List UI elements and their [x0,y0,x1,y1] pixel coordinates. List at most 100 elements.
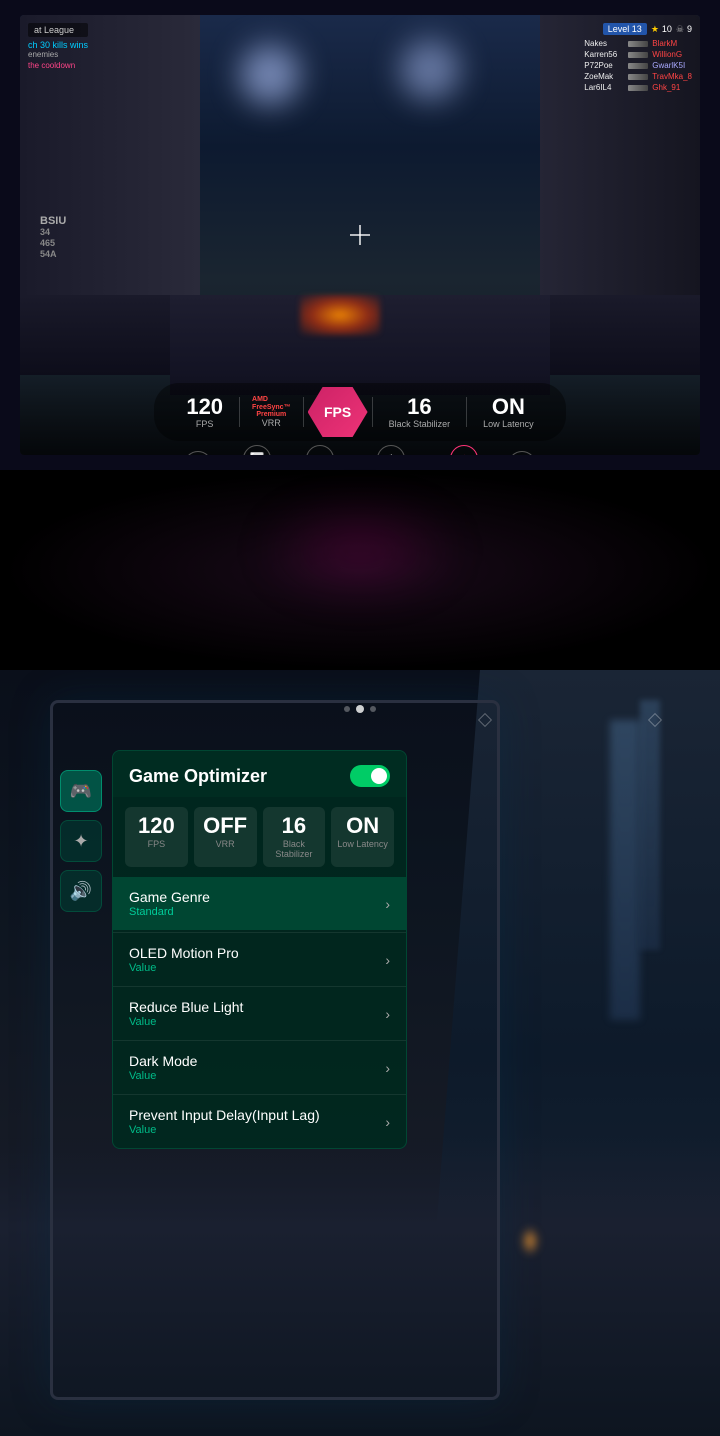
opt-vrr-label: VRR [200,839,251,849]
optimizer-toggle[interactable] [350,765,390,787]
dark-mode-value: Value [129,1070,197,1082]
player-kills: Ghk_91 [652,83,680,92]
settings-icon-button[interactable]: ✦ [60,820,102,862]
fps-stat: 120 FPS [170,392,239,433]
game-scene: at League ch 30 kills wins enemies the c… [20,15,700,455]
game-optimizer-icon[interactable]: ⚙ [377,445,405,455]
opt-low-latency-value: ON [337,815,388,837]
game-optimizer-button[interactable]: ⚙ Game Optimizer [362,445,420,455]
hud-score-skulls: ☠ 9 [676,24,692,35]
player-kills: GwarlK5I [652,61,685,70]
player-kills: TravMka_8 [652,72,692,81]
player-name: P72Poe [584,61,624,70]
player-name: ZoeMak [584,72,624,81]
chevron-right-icon: › [385,1006,390,1022]
reduce-blue-light-title: Reduce Blue Light [129,999,243,1015]
hud-game-name: at League [28,23,88,37]
prevent-input-delay-value: Value [129,1124,320,1136]
freesync-logo: AMDFreeSync™ [252,396,291,411]
fps-label: FPS [196,419,214,429]
chevron-right-icon: › [385,1060,390,1076]
player-kills: BlarkM [652,39,677,48]
reduce-blue-light-value: Value [129,1016,243,1028]
optimizer-stats-row: 120 FPS OFF VRR 16 Black Stabilizer ON L… [113,797,406,877]
vrr-label: VRR [262,418,281,428]
scoreboard: Nakes BlarkM Karren56 WillionG P72Poe Gw… [584,39,692,92]
game-genre-title: Game Genre [129,889,210,905]
hud-icons-row: ? ⬜ Screen Size ⊞ Multi-view ⚙ Game Opti… [184,445,537,455]
low-latency-stat: ON Low Latency [467,392,550,433]
muzzle-flash [300,295,380,335]
hud-cooldown: the cooldown [28,61,88,70]
chevron-right-icon: › [385,1114,390,1130]
nav-dot-active [356,705,364,713]
black-stabilizer-label: Black Stabilizer [389,419,451,429]
player-kills: WillionG [652,50,682,59]
edit-button[interactable]: ✏ [508,451,536,456]
hud-bsiu-counter: BSIU 34 465 54A [40,215,66,260]
waterfall-stream-1 [610,720,640,1020]
scoreboard-row: Karren56 WillionG [584,50,692,59]
gamepad-icon-button[interactable]: 🎮 [60,770,102,812]
screen-size-icon[interactable]: ⬜ [243,445,271,455]
low-latency-value: ON [492,396,525,418]
menu-item-oled-motion-pro[interactable]: OLED Motion Pro Value › [113,932,406,986]
opt-fps-label: FPS [131,839,182,849]
left-sidebar-icons: 🎮 ✦ 🔊 [60,770,102,912]
nav-dots [344,705,376,713]
black-stabilizer-value: 16 [407,396,431,418]
hud-score-stars: ★ 10 [651,24,672,35]
player-name: Karren56 [584,50,624,59]
hud-level-badge: Level 13 [603,23,647,35]
multiview-button[interactable]: ⊞ Multi-view [303,445,339,455]
waterfall-stream-2 [640,700,660,950]
scoreboard-row: ZoeMak TravMka_8 [584,72,692,81]
menu-item-prevent-input-delay[interactable]: Prevent Input Delay(Input Lag) Value › [113,1094,406,1148]
weapon-icon [628,85,648,91]
all-settings-button[interactable]: ✦ All Settings [444,445,484,455]
lantern-glow [520,1226,540,1256]
help-button[interactable]: ? [184,451,212,456]
menu-item-dark-mode[interactable]: Dark Mode Value › [113,1040,406,1094]
light-glow-right [400,40,460,100]
weapon-icon [628,63,648,69]
chevron-right-icon: › [385,896,390,912]
help-icon[interactable]: ? [184,451,212,456]
dark-mode-title: Dark Mode [129,1053,197,1069]
hud-objective: ch 30 kills wins [28,40,88,50]
freesync-premium: Premium [256,411,286,418]
stats-row: 120 FPS AMDFreeSync™ Premium VRR FPS 16 [154,383,565,441]
audio-icon-button[interactable]: 🔊 [60,870,102,912]
optimizer-menu: Game Genre Standard › OLED Motion Pro Va… [113,877,406,1148]
opt-fps-box: 120 FPS [125,807,188,867]
menu-item-reduce-blue-light[interactable]: Reduce Blue Light Value › [113,986,406,1040]
opt-black-stabilizer-label: Black Stabilizer [269,839,320,859]
opt-vrr-box: OFF VRR [194,807,257,867]
hud-bottom: 120 FPS AMDFreeSync™ Premium VRR FPS 16 [20,375,700,455]
game-genre-value: Standard [129,906,210,918]
weapon-icon [628,52,648,58]
opt-black-stabilizer-box: 16 Black Stabilizer [263,807,326,867]
edit-icon[interactable]: ✏ [508,451,536,456]
prevent-input-delay-title: Prevent Input Delay(Input Lag) [129,1107,320,1123]
player-name: Lar6IL4 [584,83,624,92]
opt-black-stabilizer-value: 16 [269,815,320,837]
scoreboard-row: P72Poe GwarlK5I [584,61,692,70]
screen-size-button[interactable]: ⬜ Screen Size [236,445,279,455]
low-latency-label: Low Latency [483,419,534,429]
multiview-icon[interactable]: ⊞ [306,445,334,455]
player-name: Nakes [584,39,624,48]
menu-item-game-genre[interactable]: Game Genre Standard › [113,877,406,930]
nav-dot [370,706,376,712]
middle-gap [0,470,720,670]
hud-top-right: Level 13 ★ 10 ☠ 9 Nakes BlarkM Karren56 [584,23,692,94]
opt-low-latency-box: ON Low Latency [331,807,394,867]
all-settings-icon[interactable]: ✦ [450,445,478,455]
optimizer-header: Game Optimizer [113,751,406,797]
oled-motion-pro-title: OLED Motion Pro [129,945,239,961]
opt-fps-value: 120 [131,815,182,837]
fps-value: 120 [186,396,223,418]
freesync-badge: AMDFreeSync™ Premium VRR [240,392,303,432]
top-game-section: at League ch 30 kills wins enemies the c… [0,0,720,470]
star-count: 10 [662,24,672,34]
